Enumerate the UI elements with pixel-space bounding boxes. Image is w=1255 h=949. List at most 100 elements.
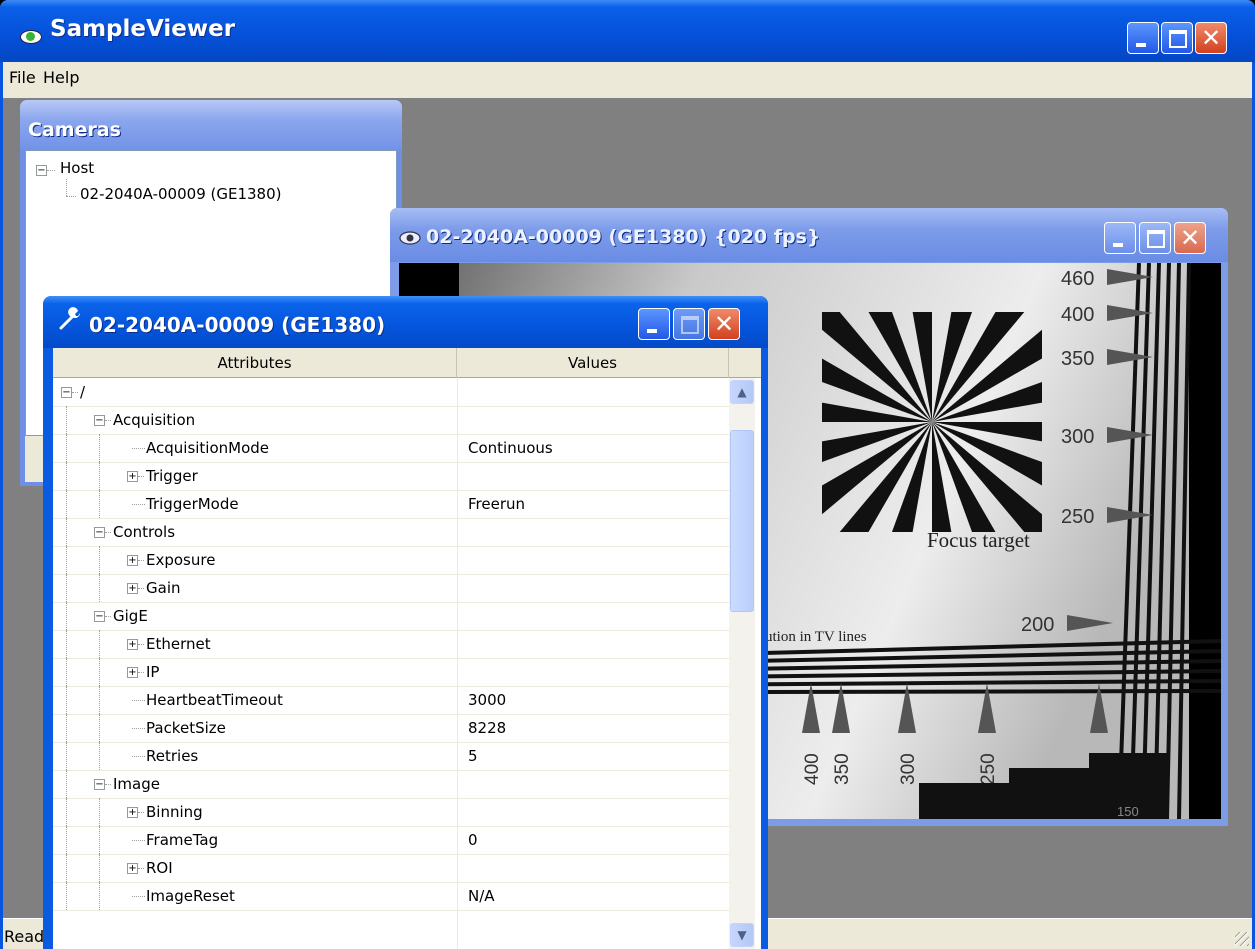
table-row[interactable]: − Acquisition: [53, 406, 729, 435]
tree-item-host[interactable]: Host: [60, 159, 94, 177]
tree-item-camera[interactable]: 02-2040A-00009 (GE1380): [80, 185, 281, 203]
tree-line: [99, 490, 100, 518]
attribute-name: Ethernet: [146, 635, 211, 653]
tree-line: [99, 882, 100, 910]
attributes-title-bar[interactable]: 02-2040A-00009 (GE1380) ✕: [43, 296, 768, 348]
viewer-minimize-button[interactable]: [1104, 222, 1136, 254]
table-row[interactable]: HeartbeatTimeout 3000: [53, 686, 729, 715]
tree-line: [99, 714, 100, 742]
attributes-close-button[interactable]: ✕: [708, 308, 740, 340]
attribute-name: HeartbeatTimeout: [146, 691, 283, 709]
close-icon: ✕: [1179, 224, 1201, 252]
table-row[interactable]: − Controls: [53, 518, 729, 547]
attributes-grid: Attributes Values − / − Acquisition Acquisit…: [53, 348, 761, 949]
close-icon: ✕: [713, 310, 735, 338]
attribute-value[interactable]: 5: [468, 747, 478, 765]
collapse-icon[interactable]: −: [36, 165, 47, 176]
tree-line: [66, 798, 67, 826]
viewer-close-button[interactable]: ✕: [1174, 222, 1206, 254]
maximize-button[interactable]: [1161, 22, 1193, 54]
scroll-down-icon[interactable]: ▼: [730, 923, 754, 947]
column-header-attributes[interactable]: Attributes: [53, 348, 457, 378]
table-row[interactable]: − /: [53, 378, 729, 407]
expand-icon[interactable]: +: [127, 471, 138, 482]
tree-line: [66, 434, 67, 462]
table-row[interactable]: + Binning: [53, 798, 729, 827]
table-row[interactable]: − Image: [53, 770, 729, 799]
collapse-icon[interactable]: −: [61, 387, 72, 398]
close-button[interactable]: ✕: [1195, 22, 1227, 54]
attribute-name: Trigger: [146, 467, 198, 485]
scrollbar-thumb[interactable]: [730, 430, 754, 612]
table-row[interactable]: + ROI: [53, 854, 729, 883]
attribute-value[interactable]: 0: [468, 831, 478, 849]
expand-icon[interactable]: +: [127, 583, 138, 594]
tree-line: [132, 504, 145, 505]
tree-line: [99, 658, 100, 686]
table-row[interactable]: + Gain: [53, 574, 729, 603]
resolution-line: [763, 689, 1221, 694]
main-title-bar[interactable]: SampleViewer ✕: [0, 0, 1255, 62]
table-row[interactable]: + Trigger: [53, 462, 729, 491]
tree-line: [66, 196, 76, 197]
expand-icon[interactable]: +: [127, 555, 138, 566]
eye-icon: [399, 231, 421, 245]
expand-icon[interactable]: +: [127, 863, 138, 874]
tree-line: [66, 546, 67, 574]
resize-grip-icon[interactable]: [1235, 932, 1249, 946]
table-row[interactable]: ImageReset N/A: [53, 882, 729, 911]
tree-line: [138, 476, 144, 477]
expand-icon[interactable]: +: [127, 667, 138, 678]
tree-line: [66, 714, 67, 742]
tree-line: [72, 392, 78, 393]
scroll-up-icon[interactable]: ▲: [730, 380, 754, 404]
attribute-name: Acquisition: [113, 411, 196, 429]
tree-line: [99, 462, 100, 490]
tree-line: [66, 630, 67, 658]
table-row[interactable]: + Exposure: [53, 546, 729, 575]
column-header-values[interactable]: Values: [457, 348, 729, 378]
table-row[interactable]: + Ethernet: [53, 630, 729, 659]
collapse-icon[interactable]: −: [94, 779, 105, 790]
tree-line: [66, 742, 67, 770]
attribute-name: ImageReset: [146, 887, 235, 905]
attribute-value[interactable]: 3000: [468, 691, 506, 709]
attributes-minimize-button[interactable]: [638, 308, 670, 340]
cameras-title-bar[interactable]: Cameras: [20, 100, 402, 150]
table-row[interactable]: Retries 5: [53, 742, 729, 771]
attribute-value[interactable]: Freerun: [468, 495, 525, 513]
attributes-maximize-button[interactable]: [673, 308, 705, 340]
menu-help[interactable]: Help: [43, 68, 79, 87]
attribute-name: AcquisitionMode: [146, 439, 270, 457]
tree-line: [66, 602, 67, 630]
viewer-maximize-button[interactable]: [1139, 222, 1171, 254]
table-row[interactable]: − GigE: [53, 602, 729, 631]
table-row[interactable]: TriggerMode Freerun: [53, 490, 729, 519]
maximize-icon: [681, 316, 699, 334]
tree-line: [99, 798, 100, 826]
tree-line: [132, 448, 145, 449]
table-row[interactable]: PacketSize 8228: [53, 714, 729, 743]
scale-label: 400: [1061, 304, 1094, 326]
collapse-icon[interactable]: −: [94, 611, 105, 622]
minimize-button[interactable]: [1127, 22, 1159, 54]
expand-icon[interactable]: +: [127, 807, 138, 818]
attribute-value[interactable]: Continuous: [468, 439, 553, 457]
table-row[interactable]: FrameTag 0: [53, 826, 729, 855]
table-row[interactable]: AcquisitionMode Continuous: [53, 434, 729, 463]
menu-file[interactable]: File: [9, 68, 36, 87]
viewer-title-bar[interactable]: 02-2040A-00009 (GE1380) {020 fps} ✕: [390, 208, 1228, 262]
eye-icon: [20, 30, 42, 44]
collapse-icon[interactable]: −: [94, 415, 105, 426]
expand-icon[interactable]: +: [127, 639, 138, 650]
tree-line: [66, 406, 67, 434]
attribute-name: PacketSize: [146, 719, 226, 737]
tree-line: [66, 462, 67, 490]
table-row[interactable]: + IP: [53, 658, 729, 687]
attributes-window: 02-2040A-00009 (GE1380) ✕ Attributes Val…: [43, 296, 768, 949]
attribute-value[interactable]: N/A: [468, 887, 495, 905]
attribute-value[interactable]: 8228: [468, 719, 506, 737]
scale-label: 350: [832, 753, 853, 785]
tree-line: [138, 812, 144, 813]
collapse-icon[interactable]: −: [94, 527, 105, 538]
